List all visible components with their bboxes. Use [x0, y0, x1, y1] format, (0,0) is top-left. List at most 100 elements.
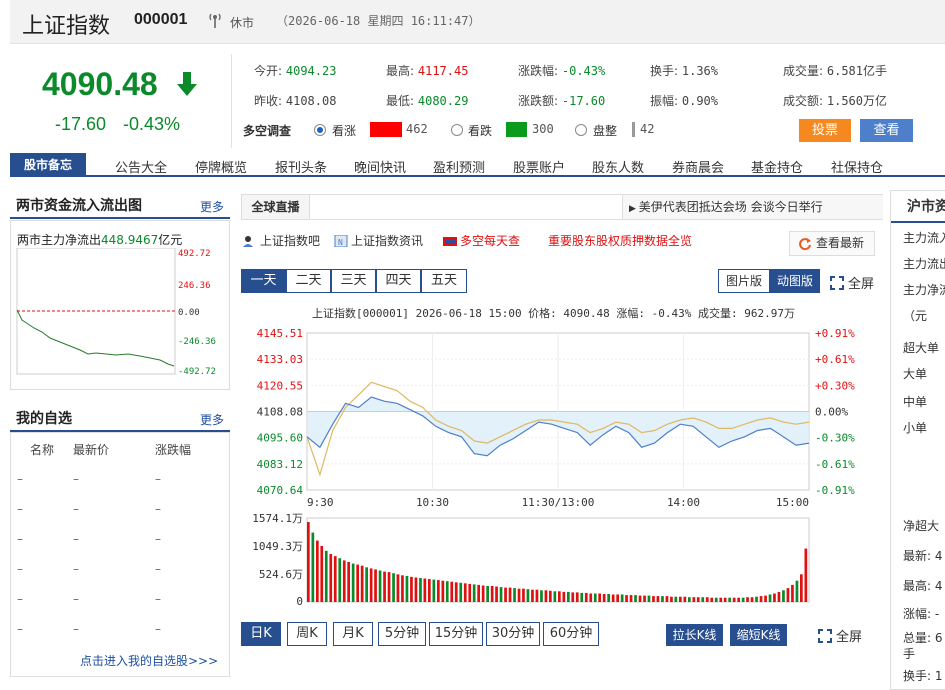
right-panel-row: 大单 — [903, 367, 928, 381]
right-panel-row: 主力净流 — [903, 283, 945, 297]
volume-bar — [454, 582, 458, 602]
volume-bar — [620, 594, 624, 602]
volume-bar — [692, 597, 696, 602]
market-status: 休市 — [230, 16, 255, 30]
nav-item[interactable]: 公告大全 — [115, 157, 167, 176]
watchlist-enter-link[interactable]: 点击进入我的自选股>>> — [80, 652, 218, 669]
volume-bar — [616, 594, 619, 602]
fullscreen-icon — [830, 276, 844, 290]
volume-bar — [634, 595, 637, 602]
volume-bar — [544, 590, 548, 602]
volume-bar — [567, 591, 570, 602]
k-longer-button[interactable]: 拉长K线 — [666, 624, 723, 646]
live-news[interactable]: ▶ 美伊代表团抵达会场 会谈今日举行 — [622, 195, 883, 219]
k-fullscreen-button[interactable]: 全屏 — [818, 626, 862, 645]
nav-item[interactable]: 停牌概览 — [195, 157, 247, 176]
watchlist-more-link[interactable]: 更多 — [200, 411, 224, 428]
link-bar[interactable]: 上证指数吧 — [243, 232, 320, 249]
volume-tick-label: 1574.1万 — [252, 512, 303, 525]
link-pledge[interactable]: 重要股东股权质押数据全览 — [548, 232, 692, 249]
tab-4d[interactable]: 四天 — [376, 269, 421, 293]
watchlist-cell: – — [73, 562, 79, 576]
ktab-15min[interactable]: 15分钟 — [429, 622, 483, 646]
volume-bar — [490, 586, 494, 602]
volume-tick-label: 1049.3万 — [252, 540, 303, 553]
nav-item[interactable]: 股票账户 — [513, 157, 565, 176]
watchlist-cell: – — [155, 502, 161, 516]
fund-flow-more-link[interactable]: 更多 — [200, 198, 224, 215]
tab-1d[interactable]: 一天 — [241, 269, 286, 293]
ktab-month[interactable]: 月K — [333, 622, 373, 646]
pic-version-button[interactable]: 图片版 — [718, 269, 770, 293]
volume-bar — [316, 540, 319, 602]
dynamic-version-button[interactable]: 动图版 — [770, 269, 820, 293]
volume-bar — [378, 570, 382, 602]
nav-item[interactable]: 晚间快讯 — [354, 157, 406, 176]
tab-5d[interactable]: 五天 — [421, 269, 467, 293]
volume-bar — [786, 588, 790, 602]
volume-bar — [679, 596, 682, 602]
watchlist-cell: – — [17, 622, 23, 636]
y-right-tick-label: -0.61% — [815, 458, 855, 471]
bull-radio[interactable] — [314, 124, 326, 136]
y-tick-label: 4083.12 — [257, 458, 303, 471]
volume-bar — [459, 582, 463, 602]
volume-bar — [768, 594, 772, 602]
fund-flow-title: 两市资金流入流出图 — [16, 198, 142, 214]
refresh-icon — [799, 238, 811, 251]
link-info[interactable]: N 上证指数资讯 — [334, 232, 423, 249]
volume-bar — [414, 577, 418, 602]
volume-bar — [696, 597, 700, 602]
watchlist-cell: – — [155, 532, 161, 546]
live-bar: 全球直播 ▶ 美伊代表团抵达会场 会谈今日举行 — [241, 194, 883, 220]
volume-bar — [410, 576, 413, 602]
tab-2d[interactable]: 二天 — [286, 269, 331, 293]
y-tick-label: 4095.60 — [257, 432, 303, 445]
watchlist-cell: – — [155, 472, 161, 486]
volume-bar — [468, 583, 472, 602]
nav-memo-tab[interactable]: 股市备忘 — [10, 153, 86, 177]
volume-bar — [701, 597, 705, 602]
watchlist-cell: – — [155, 562, 161, 576]
right-panel-row: 中单 — [903, 395, 928, 409]
k-shorter-button[interactable]: 缩短K线 — [730, 624, 787, 646]
divider — [231, 54, 232, 148]
latest-button[interactable]: 查看最新 — [789, 231, 875, 256]
volume-bar — [495, 586, 498, 602]
volume-bar — [746, 597, 749, 602]
fullscreen-icon — [818, 629, 832, 643]
volume-bar — [714, 597, 718, 602]
volume-bar — [522, 588, 525, 602]
nav-item[interactable]: 盈利预测 — [433, 157, 485, 176]
volume-bar — [741, 597, 745, 602]
link-daily[interactable]: 多空每天查 — [443, 232, 520, 249]
y-tick-label: 4145.51 — [257, 327, 303, 340]
view-button[interactable]: 查看 — [860, 119, 913, 142]
nav-item[interactable]: 股东人数 — [592, 157, 644, 176]
right-panel-row: 手 — [903, 647, 916, 661]
volume-bar — [750, 597, 754, 602]
stat-low: 最低: 4080.29 — [386, 94, 469, 108]
col-header: 最新价 — [73, 443, 110, 457]
fullscreen-button[interactable]: 全屏 — [830, 273, 874, 292]
ktab-5min[interactable]: 5分钟 — [378, 622, 426, 646]
watchlist-cell: – — [17, 592, 23, 606]
ktab-day[interactable]: 日K — [241, 622, 281, 646]
nav-item[interactable]: 券商晨会 — [672, 157, 724, 176]
nav-item[interactable]: 基金持仓 — [751, 157, 803, 176]
nav-item[interactable]: 报刊头条 — [275, 157, 327, 176]
live-label: 全球直播 — [242, 195, 310, 219]
tab-3d[interactable]: 三天 — [331, 269, 376, 293]
volume-bar — [401, 575, 404, 602]
volume-bar — [665, 596, 669, 602]
volume-bar — [445, 581, 449, 602]
vote-button[interactable]: 投票 — [799, 119, 851, 142]
ktab-week[interactable]: 周K — [287, 622, 327, 646]
flat-radio[interactable] — [575, 124, 587, 136]
bear-radio[interactable] — [451, 124, 463, 136]
nav-item[interactable]: 社保持仓 — [831, 157, 883, 176]
ktab-30min[interactable]: 30分钟 — [486, 622, 540, 646]
volume-bar — [553, 591, 557, 602]
ktab-60min[interactable]: 60分钟 — [543, 622, 599, 646]
flat-label: 盘整 — [593, 124, 618, 138]
